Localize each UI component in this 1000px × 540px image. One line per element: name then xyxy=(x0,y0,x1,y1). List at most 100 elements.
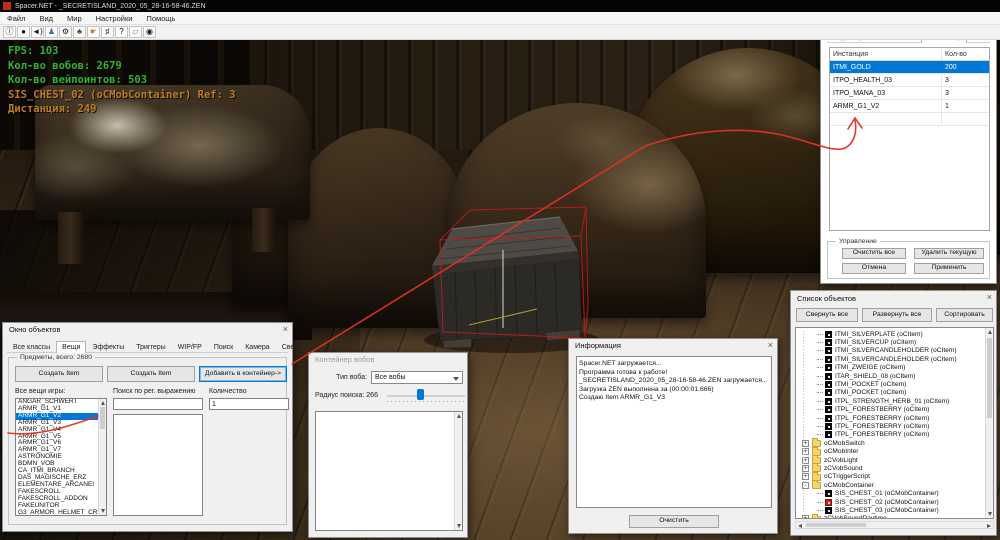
table-row[interactable]: ARMR_G1_V2 1 xyxy=(830,100,989,113)
clear-all-button[interactable]: Очистить все xyxy=(842,248,906,259)
sphere-icon[interactable]: ● xyxy=(17,26,30,38)
scrollbar[interactable] xyxy=(985,328,993,518)
scrollbar[interactable] xyxy=(454,412,462,530)
scroll-up-icon[interactable] xyxy=(101,401,105,405)
tab[interactable]: Вещи xyxy=(56,341,86,353)
radius-slider[interactable] xyxy=(387,389,465,403)
collapse-all-button[interactable]: Свернуть все xyxy=(796,308,858,322)
cube-icon[interactable]: ▱ xyxy=(129,26,142,38)
menu-item[interactable]: Помощь xyxy=(139,14,182,23)
list-item[interactable]: G3_ARMOR_HELMET_CRONE xyxy=(16,510,98,516)
npc-figure-icon[interactable]: ♟ xyxy=(45,26,58,38)
table-row[interactable]: ITPO_HEALTH_03 3 xyxy=(830,74,989,87)
scrollbar[interactable] xyxy=(98,399,106,515)
tree-item[interactable]: ITPL_FORESTBERRY (oCItem) xyxy=(799,406,985,414)
delete-current-button[interactable]: Удалить текущую xyxy=(914,248,984,259)
help-icon[interactable]: ? xyxy=(115,26,128,38)
tree-item[interactable]: + zCVobSoundDaytime xyxy=(799,515,985,518)
info-icon[interactable]: ⓘ xyxy=(3,26,16,38)
tree-guide-line xyxy=(803,331,804,514)
tree-item[interactable]: ITPL_FORESTBERRY (oCItem) xyxy=(799,422,985,430)
tree-item[interactable]: ITAR_SHIELD_08 (oCItem) xyxy=(799,372,985,380)
scroll-down-icon[interactable] xyxy=(457,524,461,528)
tree-item[interactable]: + zCVobSound xyxy=(799,464,985,472)
scroll-thumb[interactable] xyxy=(987,338,992,418)
menu-item[interactable]: Настройки xyxy=(89,14,140,23)
scroll-right-icon[interactable] xyxy=(987,524,991,528)
tab[interactable]: Все классы xyxy=(7,341,56,353)
eye-icon[interactable]: ◉ xyxy=(143,26,156,38)
waynet-grid-icon[interactable]: ♯ xyxy=(101,26,114,38)
scroll-up-icon[interactable] xyxy=(457,414,461,418)
tab[interactable]: Свет xyxy=(276,341,304,353)
clear-log-button[interactable]: Очистить xyxy=(629,515,719,528)
sort-button[interactable]: Сортировать xyxy=(936,308,993,322)
tree-item[interactable]: ITPL_FORESTBERRY (oCItem) xyxy=(799,431,985,439)
tree-item[interactable]: ITMI_SILVERPLATE (oCItem) xyxy=(799,330,985,338)
speaker-icon[interactable]: ◄) xyxy=(31,26,44,38)
table-row[interactable]: ITPO_MANA_03 3 xyxy=(830,87,989,100)
scroll-down-icon[interactable] xyxy=(101,509,105,513)
table-row[interactable]: ITMI_GOLD 200 xyxy=(830,61,989,74)
tree-item[interactable]: SIS_CHEST_02 (oCMobContainer) xyxy=(799,498,985,506)
close-icon[interactable]: × xyxy=(283,324,288,334)
tree-toggle[interactable]: + xyxy=(802,515,809,518)
scroll-up-icon[interactable] xyxy=(988,330,992,334)
tree-item-icon xyxy=(825,347,832,354)
expand-all-button[interactable]: Развернуть все xyxy=(862,308,932,322)
tree-item[interactable]: + oCTriggerScript xyxy=(799,473,985,481)
leaf-icon[interactable]: ♣ xyxy=(73,26,86,38)
tree-item[interactable]: SIS_CHEST_03 (oCMobContainer) xyxy=(799,506,985,514)
scroll-thumb[interactable] xyxy=(806,523,866,527)
tree-item[interactable]: ITPL_FORESTBERRY (oCItem) xyxy=(799,414,985,422)
tree-item[interactable]: + oCMobSwitch xyxy=(799,439,985,447)
apply-button[interactable]: Применить xyxy=(914,263,984,274)
horizontal-scrollbar[interactable] xyxy=(795,521,994,529)
close-icon[interactable]: × xyxy=(768,340,773,350)
scroll-thumb[interactable] xyxy=(100,407,105,429)
count-input[interactable] xyxy=(209,398,289,410)
debug-line: Дистанция: 249 xyxy=(8,102,236,117)
tree-item-label: ITMI_POCKET (oCItem) xyxy=(835,389,906,396)
table-row[interactable] xyxy=(830,113,989,126)
tree-item[interactable]: ITPL_STRENGTH_HERB_01 (oCItem) xyxy=(799,397,985,405)
create-item-button-2[interactable]: Создать Item xyxy=(107,366,195,382)
menu-item[interactable]: Файл xyxy=(0,14,32,23)
vob-window-title: Контейнер вобов xyxy=(315,355,374,364)
tree-item-label: ITPL_STRENGTH_HERB_01 (oCItem) xyxy=(835,398,949,405)
gear-icon[interactable]: ⚙ xyxy=(59,26,72,38)
tree-item[interactable]: SIS_CHEST_01 (oCMobContainer) xyxy=(799,489,985,497)
tree-item[interactable]: + oCMobInter xyxy=(799,447,985,455)
vob-type-value: Все вобы xyxy=(375,374,406,381)
tree-item-label: ITMI_SILVERCANDLEHOLDER (oCItem) xyxy=(835,347,957,354)
log-line: Программа готова к работе! xyxy=(579,369,769,378)
tree-item[interactable]: ITMI_ZWEIGE (oCItem) xyxy=(799,364,985,372)
tree-item[interactable]: ITMI_POCKET (oCItem) xyxy=(799,389,985,397)
menu-item[interactable]: Мир xyxy=(60,14,89,23)
tab[interactable]: Триггеры xyxy=(130,341,171,353)
tree-item[interactable]: + zCVobLight xyxy=(799,456,985,464)
tree-item[interactable]: - oCMobContainer xyxy=(799,481,985,489)
close-icon[interactable]: × xyxy=(987,292,992,302)
tree-item[interactable]: ITMI_SILVERCANDLEHOLDER (oCItem) xyxy=(799,347,985,355)
tree-item[interactable]: ITMI_SILVERCUP (oCItem) xyxy=(799,338,985,346)
cancel-button[interactable]: Отмена xyxy=(842,263,906,274)
vob-results-listbox[interactable] xyxy=(315,411,463,531)
tab[interactable]: Камера xyxy=(239,341,275,353)
create-item-button[interactable]: Создать Item xyxy=(15,366,103,382)
vob-type-dropdown[interactable]: Все вобы xyxy=(371,371,463,384)
tree-item[interactable]: ITMI_POCKET (oCItem) xyxy=(799,380,985,388)
scroll-left-icon[interactable] xyxy=(798,524,802,528)
tree-item-label: oCTriggerScript xyxy=(824,473,870,480)
tab[interactable]: Поиск xyxy=(208,341,239,353)
tab[interactable]: Эффекты xyxy=(86,341,130,353)
search-input[interactable] xyxy=(113,398,203,410)
scroll-down-icon[interactable] xyxy=(988,512,992,516)
hand-icon[interactable]: ☛ xyxy=(87,26,100,38)
add-to-container-button[interactable]: Добавить в контейнер-> xyxy=(199,366,287,382)
search-results-listbox[interactable] xyxy=(113,414,203,516)
menu-item[interactable]: Вид xyxy=(32,14,60,23)
slider-thumb[interactable] xyxy=(417,389,424,400)
tree-item[interactable]: ITMI_SILVERCANDLEHOLDER (oCItem) xyxy=(799,355,985,363)
tab[interactable]: WIP/FP xyxy=(172,341,208,353)
